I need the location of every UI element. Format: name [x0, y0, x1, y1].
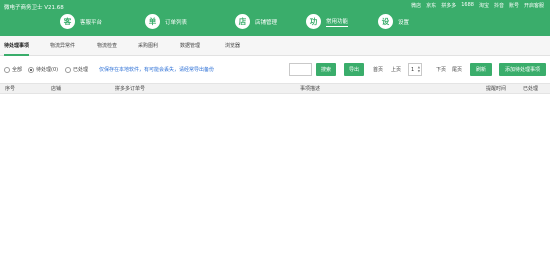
top-link-pinduoduo[interactable]: 拼多多 [441, 2, 456, 9]
nav-common-functions[interactable]: 功 常用功能 [306, 14, 349, 29]
nav-label: 店铺管理 [255, 19, 278, 26]
top-link-jd[interactable]: 京东 [426, 2, 436, 9]
settings-icon: 设 [378, 14, 393, 29]
app-title: 微电子商务卫士 V21.68 [4, 5, 64, 11]
add-pending-item-button[interactable]: 添加待处理事项 [499, 63, 546, 76]
tab-logistics-exceptions[interactable]: 物流异常件 [50, 36, 75, 56]
next-page-link[interactable]: 下页 [436, 66, 446, 73]
stepper-down-icon[interactable]: ▼ [418, 69, 420, 73]
nav-label: 设置 [398, 19, 410, 26]
nav-label: 客服平台 [80, 19, 103, 26]
page-stepper[interactable]: ▲ ▼ [418, 65, 420, 73]
nav-settings[interactable]: 设 设置 [378, 14, 409, 29]
radio-circle [4, 66, 10, 73]
radio-label: 全部 [12, 67, 23, 73]
export-button[interactable]: 导出 [344, 63, 364, 76]
last-page-link[interactable]: 尾页 [452, 66, 462, 73]
top-link-taobao[interactable]: 淘宝 [479, 2, 489, 9]
column-header-description: 事项描述 [300, 86, 321, 92]
radio-label: 已处理 [73, 67, 89, 73]
tab-purchase-profit[interactable]: 采购图利 [138, 36, 158, 56]
app-header: 微电子商务卫士 V21.68 微店 京东 拼多多 1688 淘宝 抖音 账号 开… [0, 0, 550, 36]
radio-pending[interactable]: 待处理(0) [28, 66, 58, 73]
prev-page-link[interactable]: 上页 [391, 66, 401, 73]
table-header: 序号 店铺 拼多多订单号 事项描述 提醒时间 已处理 [0, 83, 550, 94]
search-input[interactable] [289, 63, 312, 76]
radio-circle [28, 66, 34, 73]
shop-management-icon: 店 [235, 14, 250, 29]
top-link-weidian[interactable]: 微店 [411, 2, 421, 9]
tab-logistics-check[interactable]: 物流检查 [97, 36, 117, 56]
radio-processed[interactable]: 已处理 [65, 66, 88, 73]
top-link-customer-service[interactable]: 开启客服 [524, 2, 544, 9]
order-list-icon: 单 [145, 14, 160, 29]
customer-service-icon: 客 [60, 14, 75, 29]
top-link-account[interactable]: 账号 [509, 2, 519, 9]
column-header-remind-time: 提醒时间 [486, 86, 507, 92]
refresh-button[interactable]: 刷新 [470, 63, 492, 76]
top-link-1688[interactable]: 1688 [461, 2, 474, 9]
radio-circle [65, 66, 71, 73]
tab-pending-items[interactable]: 待处理事项 [4, 36, 30, 56]
nav-customer-service[interactable]: 客 客服平台 [60, 14, 102, 29]
page-number-value: 1 [411, 66, 415, 73]
column-header-processed: 已处理 [523, 86, 539, 92]
column-header-order-number: 拼多多订单号 [115, 86, 146, 92]
common-functions-icon: 功 [306, 14, 321, 29]
radio-label: 待处理(0) [36, 67, 59, 73]
column-header-shop: 店铺 [51, 86, 62, 92]
page-number-input[interactable]: 1 ▲ ▼ [408, 63, 422, 76]
top-link-douyin[interactable]: 抖音 [494, 2, 504, 9]
column-header-index: 序号 [5, 86, 16, 92]
filter-toolbar: 全部 待处理(0) 已处理 仅保存在本地软件，有可能会丢失，请经常导出备份 搜索… [0, 60, 550, 80]
top-links: 微店 京东 拼多多 1688 淘宝 抖音 账号 开启客服 [411, 2, 544, 9]
backup-hint: 仅保存在本地软件，有可能会丢失，请经常导出备份 [99, 67, 215, 73]
nav-label: 常用功能 [326, 18, 349, 27]
tab-data-management[interactable]: 数据管理 [180, 36, 200, 56]
search-button[interactable]: 搜索 [316, 63, 336, 76]
first-page-link[interactable]: 首页 [373, 66, 383, 73]
subtab-bar: 待处理事项 物流异常件 物流检查 采购图利 数据管理 浏览器 [0, 36, 550, 56]
nav-order-list[interactable]: 单 订单列表 [145, 14, 187, 29]
nav-shop-management[interactable]: 店 店铺管理 [235, 14, 277, 29]
nav-label: 订单列表 [165, 19, 188, 26]
tab-browser[interactable]: 浏览器 [225, 36, 240, 56]
radio-all[interactable]: 全部 [4, 66, 22, 73]
